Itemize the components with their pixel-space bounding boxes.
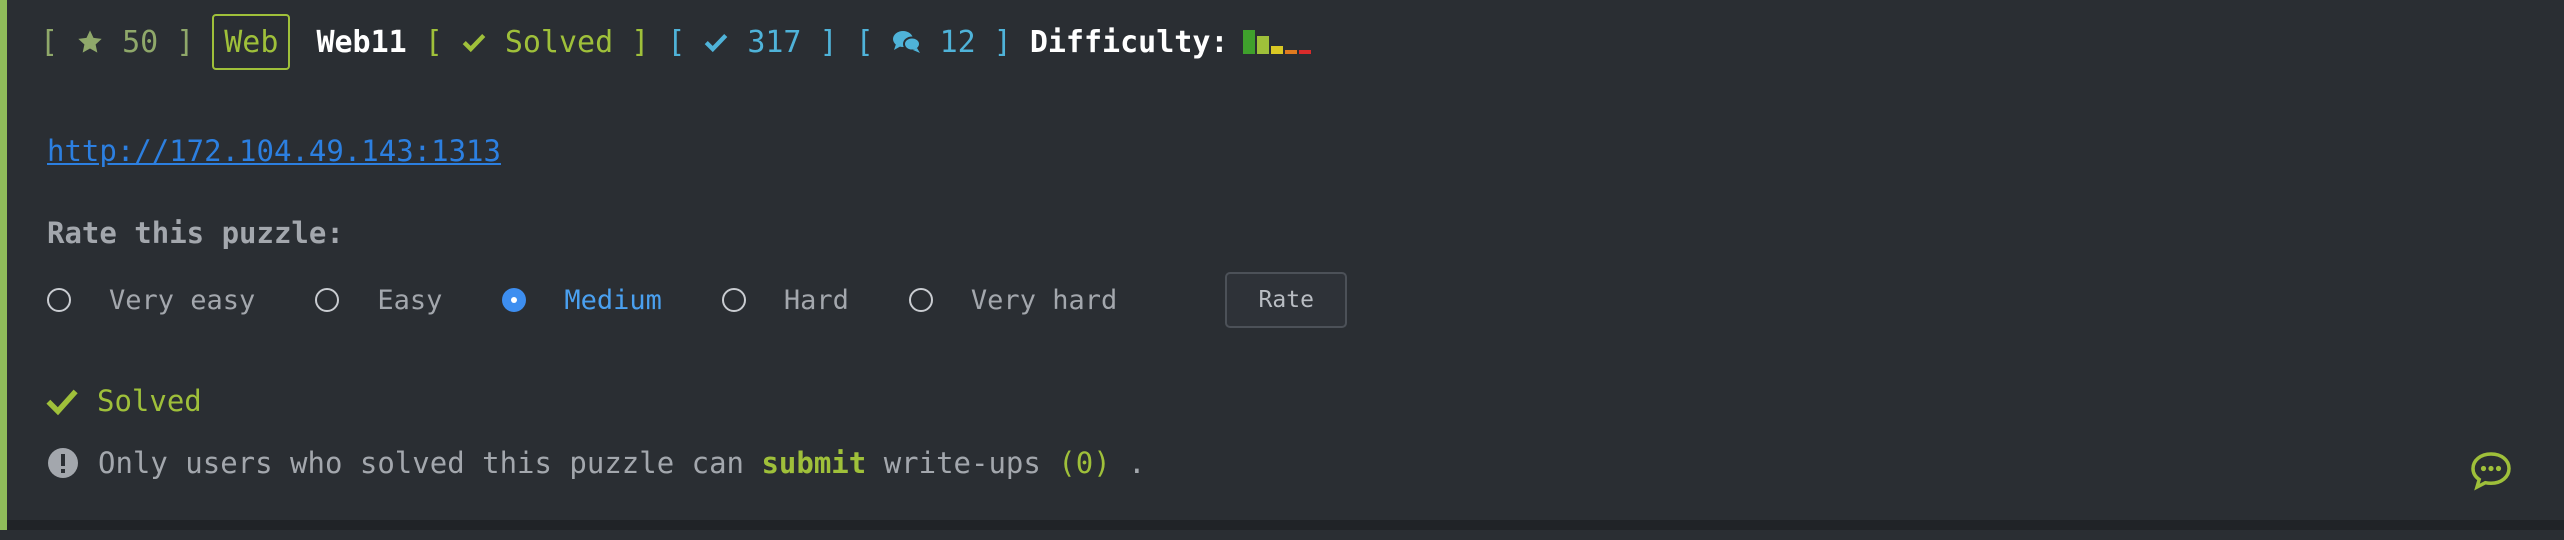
radio-very-hard[interactable] [908,288,933,312]
category-badge[interactable]: Web [212,14,291,70]
challenge-header: [ 50 ] Web Web11 [ Solved ] [ 317 ] [ 12… [40,12,1311,72]
difficulty-meter [1242,30,1311,54]
exclamation-circle-icon [48,448,78,478]
solves-check-icon [705,33,728,53]
comments-open-bracket: [ [855,24,874,60]
rating-option-hard[interactable]: Hard [721,284,849,316]
points-value: 50 [122,24,159,60]
comments-close-bracket: ] [993,24,1012,60]
rating-option-medium[interactable]: Medium [502,285,662,316]
rating-label-medium: Medium [564,284,662,316]
rating-options: Very easy Easy Medium Hard Very hard Rat… [47,272,1348,328]
difficulty-bar [1256,36,1269,54]
rating-option-very-hard[interactable]: Very hard [908,284,1118,316]
rating-label-easy: Easy [377,284,443,316]
comments-count: 12 [939,24,976,60]
challenge-panel: [ 50 ] Web Web11 [ Solved ] [ 317 ] [ 12… [0,0,2564,530]
notice-text-middle: write-ups [866,446,1059,480]
check-icon [462,33,486,53]
chat-bubble-icon[interactable] [2470,451,2512,491]
difficulty-bar [1270,46,1283,54]
rating-label-very-easy: Very easy [109,284,256,316]
points-open-bracket: [ [40,24,59,60]
star-icon [78,30,102,53]
status-text: Solved [504,24,614,60]
radio-very-easy[interactable] [47,288,71,312]
challenge-title: Web11 [316,24,407,60]
rating-label-hard: Hard [783,284,849,316]
writeups-notice: Only users who solved this puzzle can su… [47,446,1146,480]
rating-option-very-easy[interactable]: Very easy [47,285,255,316]
solves-open-bracket: [ [667,24,686,60]
radio-easy[interactable] [315,288,340,312]
difficulty-bar [1284,50,1297,54]
difficulty-label: Difficulty: [1029,24,1229,60]
solved-status: Solved [45,384,202,418]
rate-button[interactable]: Rate [1225,272,1348,328]
status-open-bracket: [ [424,24,443,60]
difficulty-bar [1242,30,1255,54]
difficulty-bar [1298,50,1311,54]
radio-hard[interactable] [721,288,746,312]
notice-text-after: . [1110,446,1146,480]
bottom-divider [7,520,2564,530]
submit-writeup-link[interactable]: submit [761,446,866,480]
solves-count: 317 [747,24,802,60]
writeups-count: (0) [1058,446,1111,480]
rating-option-easy[interactable]: Easy [315,285,442,316]
rate-title: Rate this puzzle: [47,216,344,250]
notice-text-before: Only users who solved this puzzle can [98,446,762,480]
solves-close-bracket: ] [819,24,838,60]
rating-label-very-hard: Very hard [970,284,1118,316]
comments-icon [892,31,921,53]
solved-label: Solved [97,384,202,418]
radio-medium[interactable] [502,288,527,312]
points-close-bracket: ] [176,24,195,60]
solved-check-icon [46,389,78,416]
challenge-link[interactable]: http://172.104.49.143:1313 [47,134,501,168]
status-close-bracket: ] [631,24,650,60]
